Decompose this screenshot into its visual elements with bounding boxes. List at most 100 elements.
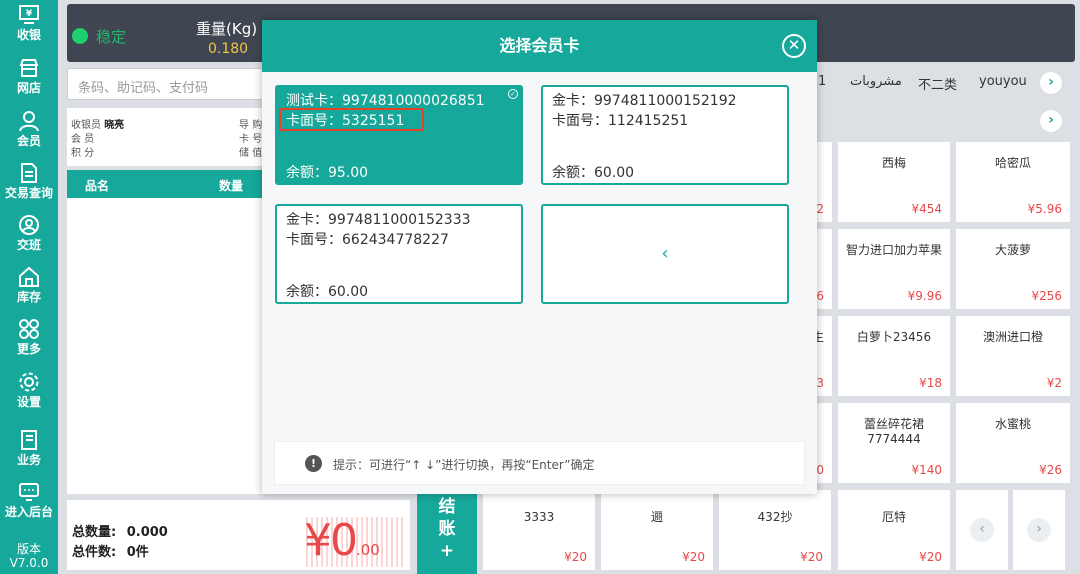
grid-next-page: › bbox=[1013, 490, 1065, 570]
nav-item-more[interactable]: 更多 bbox=[0, 318, 58, 356]
status-text: 稳定 bbox=[96, 28, 127, 46]
category-tab[interactable]: youyou bbox=[979, 74, 1027, 89]
product-card[interactable]: 蕾丝碎花裙 7774444 ¥140 bbox=[838, 403, 950, 483]
nav-label: 收银 bbox=[16, 28, 41, 42]
nav-label: 业务 bbox=[16, 453, 41, 467]
card-page-prev-button[interactable]: ‹ bbox=[541, 204, 789, 304]
member-card-option[interactable]: ✓ 测试卡：9974810000026851 卡面号：5325151 余额：95… bbox=[275, 85, 523, 185]
search-input[interactable]: 条码、助记码、支付码 bbox=[67, 68, 267, 100]
category-tab[interactable]: 1 bbox=[818, 74, 826, 89]
document-icon bbox=[18, 162, 40, 184]
product-name: 大菠萝 bbox=[994, 243, 1031, 257]
amount-integer: 0 bbox=[330, 515, 358, 566]
product-card[interactable]: 逦 ¥20 bbox=[601, 490, 713, 570]
nav-item-cashier[interactable]: ¥ 收银 bbox=[0, 4, 58, 42]
version-info: 版本 V7.0.0 bbox=[0, 542, 58, 570]
card-balance: 余额：95.00 bbox=[286, 165, 369, 181]
chevron-right-icon[interactable]: › bbox=[1027, 518, 1051, 542]
card-face-number: 卡面号：662434778227 bbox=[286, 232, 449, 248]
product-card[interactable]: 432抄 ¥20 bbox=[719, 490, 831, 570]
hint-text: 提示：可进行“↑ ↓”进行切换，再按“Enter”确定 bbox=[333, 458, 595, 472]
gear-icon bbox=[18, 371, 40, 393]
product-price: ¥9.96 bbox=[907, 289, 942, 303]
nav-item-member[interactable]: 会员 bbox=[0, 110, 58, 148]
product-card[interactable]: 厄特 ¥20 bbox=[838, 490, 950, 570]
product-name: 西梅 bbox=[881, 156, 906, 170]
nav-label: 进入后台 bbox=[4, 505, 53, 519]
product-name: 哈密瓜 bbox=[994, 156, 1031, 170]
product-price: ¥20 bbox=[919, 550, 942, 564]
category-next-button[interactable]: › bbox=[1040, 72, 1062, 94]
nav-item-transactions[interactable]: 交易查询 bbox=[0, 162, 58, 200]
nav-label: 设置 bbox=[16, 395, 41, 409]
svg-text:¥: ¥ bbox=[26, 9, 33, 19]
cashier-value: 晓亮 bbox=[104, 120, 125, 131]
selected-check-icon: ✓ bbox=[508, 89, 518, 99]
product-name: 白萝卜23456 bbox=[856, 330, 932, 344]
total-amount: ¥0.00 bbox=[304, 515, 380, 566]
close-icon[interactable]: ✕ bbox=[782, 34, 806, 58]
checkout-plus: + bbox=[439, 541, 455, 561]
member-card-dialog: 选择会员卡 ✕ ✓ 测试卡：9974810000026851 卡面号：53251… bbox=[262, 20, 817, 494]
member-card-option[interactable]: 金卡：9974811000152333 卡面号：662434778227 余额：… bbox=[275, 204, 523, 304]
member-card-option[interactable]: 金卡：9974811000152192 卡面号：112415251 余额：60.… bbox=[541, 85, 789, 185]
highlight-box bbox=[279, 108, 424, 131]
product-card[interactable]: 西梅 ¥454 bbox=[838, 142, 950, 222]
nav-label: 交易查询 bbox=[4, 186, 53, 200]
product-name: 智力进口加力苹果 bbox=[845, 243, 942, 257]
nav-item-shop[interactable]: 网店 bbox=[0, 57, 58, 95]
nav-item-shift[interactable]: 交班 bbox=[0, 214, 58, 252]
chevron-left-icon: ‹ bbox=[661, 243, 669, 264]
chevron-left-icon[interactable]: ‹ bbox=[970, 518, 994, 542]
warehouse-icon bbox=[18, 266, 40, 288]
version-value: V7.0.0 bbox=[9, 556, 49, 570]
points-label: 积 分 bbox=[71, 148, 95, 159]
checkout-button[interactable]: 结 账 + bbox=[417, 492, 477, 574]
product-price: ¥5.96 bbox=[1027, 202, 1062, 216]
nav-item-business[interactable]: 业务 bbox=[0, 429, 58, 467]
product-price: ¥20 bbox=[800, 550, 823, 564]
product-name: 蕾丝碎花裙 7774444 bbox=[863, 417, 924, 446]
product-card[interactable]: 水蜜桃 ¥26 bbox=[956, 403, 1070, 483]
product-card[interactable]: 白萝卜23456 ¥18 bbox=[838, 316, 950, 396]
product-name: 澳洲进口橙 bbox=[982, 330, 1043, 344]
nav-label: 会员 bbox=[16, 134, 41, 148]
more-icon bbox=[18, 318, 40, 340]
category-tab[interactable]: 不二类 bbox=[918, 74, 957, 93]
grid-prev-page: ‹ bbox=[956, 490, 1008, 570]
product-name: 3333 bbox=[523, 510, 555, 524]
nav-label: 更多 bbox=[16, 342, 41, 356]
subcategory-next-button[interactable]: › bbox=[1040, 110, 1062, 132]
product-card[interactable]: 3333 ¥20 bbox=[483, 490, 595, 570]
total-items-label: 总件数: bbox=[72, 545, 117, 560]
product-card[interactable]: 澳洲进口橙 ¥2 bbox=[956, 316, 1070, 396]
version-label: 版本 bbox=[16, 542, 41, 556]
total-qty-value: 0.000 bbox=[126, 525, 168, 540]
cart-list bbox=[67, 198, 263, 494]
card-number: 金卡：9974811000152192 bbox=[552, 93, 737, 109]
dialog-header: 选择会员卡 ✕ bbox=[262, 20, 817, 72]
product-price: ¥20 bbox=[682, 550, 705, 564]
nav-item-inventory[interactable]: 库存 bbox=[0, 266, 58, 304]
amount-symbol: ¥ bbox=[304, 515, 332, 566]
column-qty: 数量 bbox=[219, 179, 244, 193]
card-number: 金卡：9974811000152333 bbox=[286, 212, 471, 228]
cashier-icon: ¥ bbox=[18, 4, 40, 26]
warning-icon: ! bbox=[305, 455, 322, 472]
order-info-panel: 收银员 晓亮 会 员 积 分 导 购 卡 号 储 值 bbox=[67, 108, 263, 166]
product-card[interactable]: 大菠萝 ¥256 bbox=[956, 229, 1070, 309]
product-price: ¥454 bbox=[911, 202, 942, 216]
product-price: ¥256 bbox=[1031, 289, 1062, 303]
checkout-label-1: 结 bbox=[438, 497, 456, 517]
product-card[interactable]: 智力进口加力苹果 ¥9.96 bbox=[838, 229, 950, 309]
weight-label: 重量(Kg) bbox=[196, 20, 258, 38]
product-card[interactable]: 哈密瓜 ¥5.96 bbox=[956, 142, 1070, 222]
nav-item-backend[interactable]: 进入后台 bbox=[0, 481, 58, 519]
category-tab[interactable]: مشروبات bbox=[850, 74, 902, 89]
stored-value-label: 储 bbox=[239, 148, 249, 159]
nav-item-settings[interactable]: 设置 bbox=[0, 371, 58, 409]
monitor-icon bbox=[18, 481, 40, 503]
status-dot bbox=[72, 28, 88, 44]
left-nav: ¥ 收银 网店 会员 交易查询 交班 库存 更多 设置 业务 进入后台 版本 V… bbox=[0, 0, 58, 574]
nav-label: 网店 bbox=[16, 81, 41, 95]
